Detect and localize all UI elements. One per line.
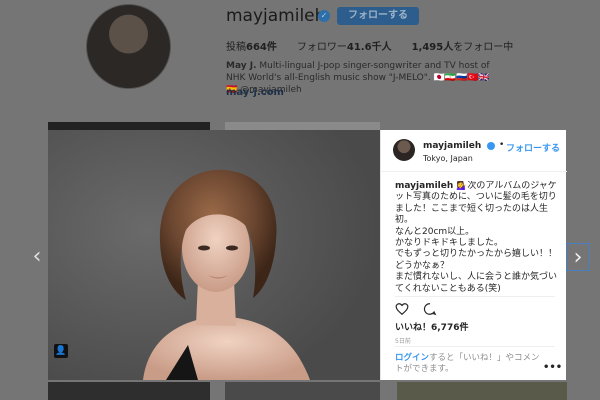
divider <box>395 346 555 347</box>
post-date[interactable]: 5日前 <box>395 336 411 345</box>
following-stat[interactable]: 1,495人をフォロー中 <box>412 38 514 53</box>
post-modal: 👤 mayjamileh • フォローする Tokyo, Japan mayja… <box>48 130 567 380</box>
next-post-arrow[interactable]: › <box>566 243 590 271</box>
user-tag-icon[interactable]: 👤 <box>54 344 68 358</box>
portrait-illustration <box>48 130 380 380</box>
profile-avatar[interactable] <box>86 4 171 89</box>
comment-icon[interactable] <box>423 302 437 316</box>
divider <box>395 296 555 297</box>
caption-text: 💁‍♀️次のアルバムのジャケット写真のために、ついに髪の毛を切りました！ここまで… <box>395 181 558 293</box>
grid-thumbnail[interactable] <box>225 382 380 400</box>
more-options-icon[interactable]: ••• <box>543 362 562 373</box>
post-photo[interactable]: 👤 <box>48 130 380 380</box>
poster-username[interactable]: mayjamileh <box>423 141 481 151</box>
profile-stats: 投稿664件 フォロワー41.6千人 1,495人をフォロー中 <box>226 38 513 53</box>
post-details-panel: mayjamileh • フォローする Tokyo, Japan mayjami… <box>380 130 567 380</box>
verified-badge-icon: ✓ <box>318 10 330 22</box>
grid-thumbnail[interactable] <box>397 382 567 400</box>
post-location[interactable]: Tokyo, Japan <box>423 154 473 163</box>
grid-thumbnail[interactable] <box>48 382 210 400</box>
login-prompt: ログインすると「いいね！」やコメントができます。 <box>395 353 545 375</box>
login-link[interactable]: ログイン <box>395 353 429 363</box>
action-bar <box>395 302 437 316</box>
likes-count[interactable]: いいね！6,776件 <box>395 320 468 333</box>
grid-thumbnail[interactable] <box>225 122 380 130</box>
post-caption: mayjamileh 💁‍♀️次のアルバムのジャケット写真のために、ついに髪の毛… <box>395 181 561 293</box>
followers-stat[interactable]: フォロワー41.6千人 <box>297 38 392 53</box>
verified-badge-icon <box>487 142 495 150</box>
follow-button[interactable]: フォローする <box>506 141 560 154</box>
profile-follow-button[interactable]: フォローする <box>337 7 419 25</box>
posts-stat: 投稿664件 <box>226 42 277 53</box>
poster-avatar[interactable] <box>393 139 415 161</box>
separator-dot: • <box>499 140 505 150</box>
previous-post-arrow[interactable]: ‹ <box>25 243 49 271</box>
profile-username: mayjamileh <box>226 6 326 26</box>
grid-thumbnail[interactable] <box>48 122 210 130</box>
profile-link[interactable]: may-j.com <box>226 87 284 98</box>
caption-username[interactable]: mayjamileh <box>395 181 453 191</box>
bio-name: May J. <box>226 61 257 71</box>
heart-icon[interactable] <box>395 302 409 316</box>
post-header: mayjamileh • フォローする Tokyo, Japan <box>381 130 567 172</box>
